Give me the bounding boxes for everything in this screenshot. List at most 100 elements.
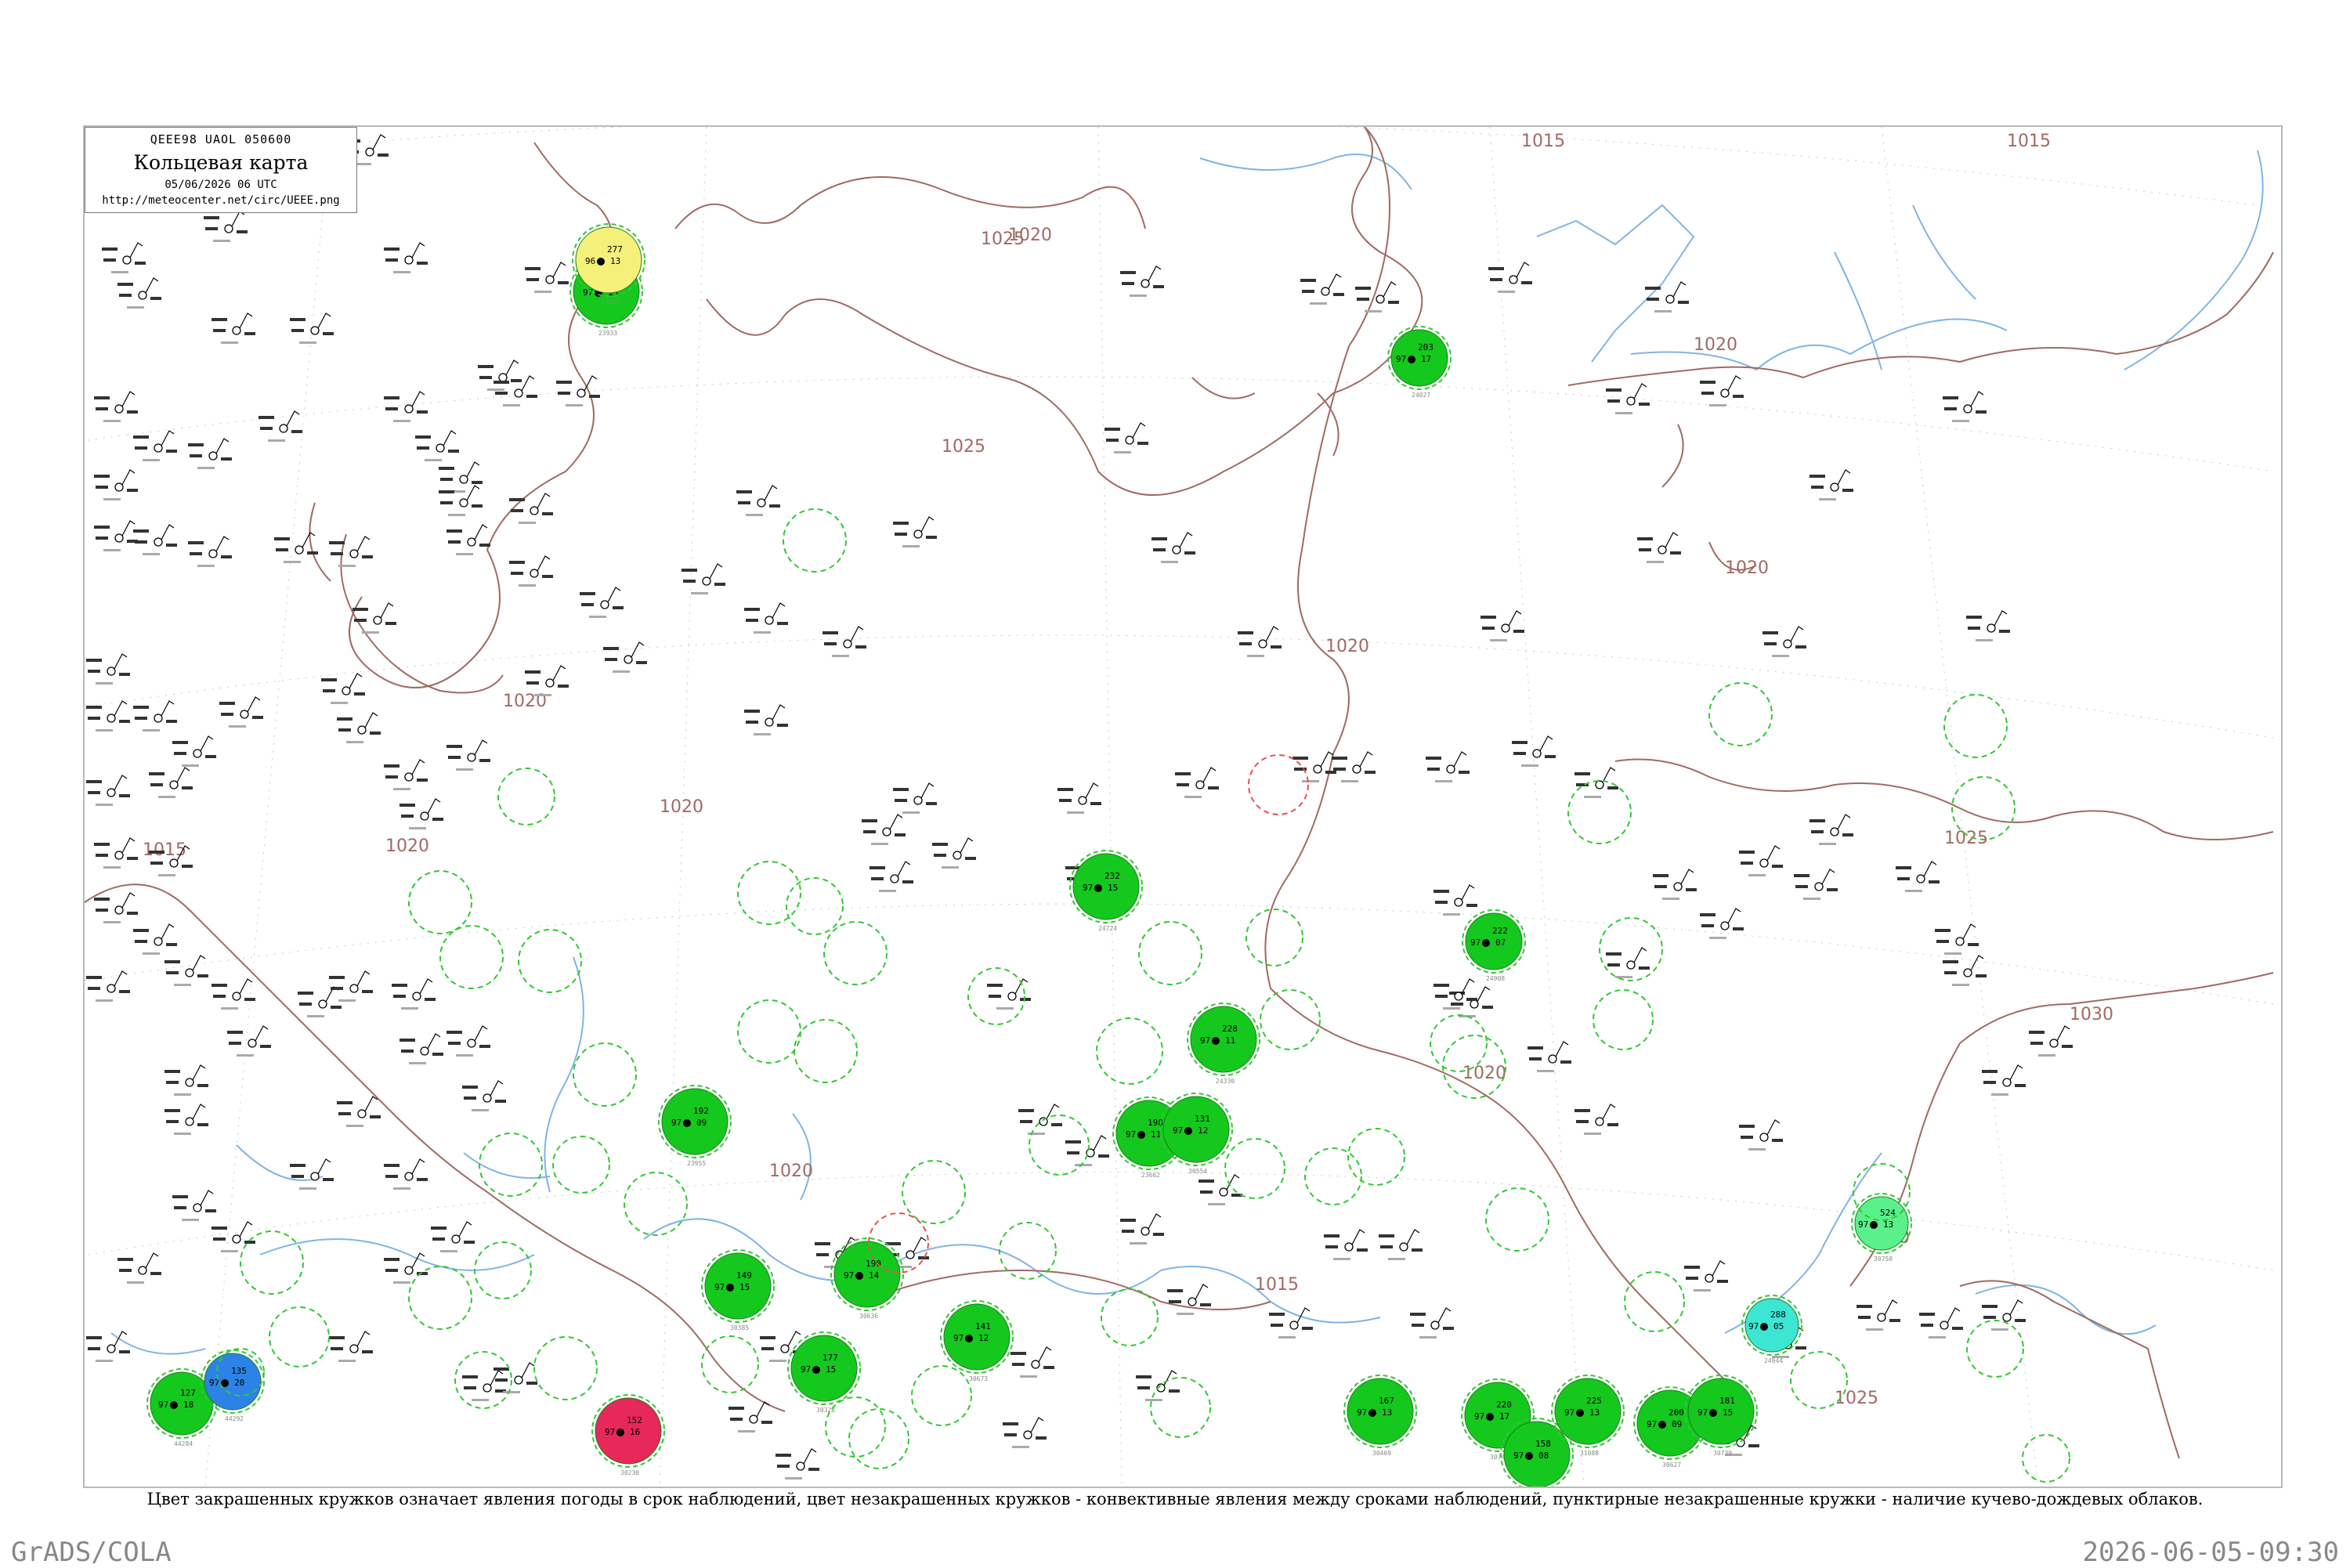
pressure-mark xyxy=(1976,410,1987,414)
station-temp: 232 xyxy=(1104,871,1120,881)
station-pressure: 05 xyxy=(1773,1321,1784,1331)
station-temp: 127 xyxy=(180,1388,196,1398)
weather-station xyxy=(164,1104,208,1135)
station-dot xyxy=(780,1344,790,1353)
dew-mark xyxy=(174,1206,186,1209)
wind-barb xyxy=(1712,1260,1726,1277)
station-id-mark xyxy=(1819,498,1836,500)
temp-mark xyxy=(815,1242,830,1245)
station-id: 24944 xyxy=(1764,1357,1783,1364)
wind-barb xyxy=(1633,383,1647,399)
map-frame[interactable]: 1015 1015 1020 1020 1020 1020 1020 1020 1020 1025… xyxy=(83,125,2283,1488)
dew-mark xyxy=(331,1347,343,1350)
wind-barb xyxy=(850,626,864,642)
dew-mark xyxy=(1795,885,1808,888)
dew-mark xyxy=(291,1175,304,1178)
dew-mark xyxy=(1435,901,1448,904)
station-dot xyxy=(1188,1297,1197,1306)
dew-mark xyxy=(174,752,186,755)
temp-mark xyxy=(1528,1046,1543,1050)
station-marker[interactable]: 524 97 13 30758 xyxy=(1851,1193,1912,1263)
temp-mark xyxy=(1700,381,1716,384)
station-marker[interactable]: 152 97 16 30230 xyxy=(591,1394,665,1476)
dew-mark xyxy=(1122,282,1134,285)
dew-mark xyxy=(1325,1245,1338,1248)
station-temp: 177 xyxy=(822,1353,838,1363)
weather-station xyxy=(1896,861,1940,892)
station-id-mark xyxy=(143,729,160,732)
cb-cloud-ring xyxy=(1246,909,1303,966)
cb-cloud-ring xyxy=(1485,1187,1549,1252)
dew-mark xyxy=(96,854,108,857)
station-id-mark xyxy=(1075,1164,1092,1166)
dew-mark xyxy=(448,540,461,544)
station-circles[interactable]: 2929713239332779613238072039717240272229… xyxy=(146,223,2070,1487)
station-marker[interactable]: 17797 1530328 xyxy=(787,1331,861,1414)
pressure-mark xyxy=(197,974,208,977)
synoptic-map[interactable]: 1015 1015 1020 1020 1020 1020 1020 1020 1020 1025… xyxy=(85,127,2281,1487)
cb-cloud-ring xyxy=(1101,1288,1159,1346)
station-dot xyxy=(913,529,923,539)
pressure-mark xyxy=(1443,1327,1454,1330)
dew-mark xyxy=(166,1081,179,1084)
temp-mark xyxy=(172,1195,188,1198)
wind-barb xyxy=(787,1331,801,1347)
temp-mark xyxy=(133,435,149,439)
pressure-mark xyxy=(808,1468,819,1471)
temp-mark xyxy=(1426,757,1441,760)
temp-mark xyxy=(149,772,164,775)
station-dot xyxy=(1454,992,1463,1001)
pressure-mark xyxy=(1717,1280,1728,1283)
legend-caption: Цвет закрашенных кружков означает явлени… xyxy=(146,1490,2204,1508)
station-id: 23933 xyxy=(598,330,617,337)
station-marker[interactable]: 228 97 11 24330 xyxy=(1187,1003,1260,1085)
station-id: 30627 xyxy=(1662,1461,1681,1469)
station-marker[interactable]: 232 97 15 24724 xyxy=(1069,850,1143,932)
weather-station xyxy=(298,986,342,1017)
station-dot xyxy=(459,498,468,508)
pressure-mark xyxy=(362,990,373,993)
station-marker[interactable]: 288 97 05 24944 xyxy=(1741,1295,1802,1364)
station-temp: 131 xyxy=(1195,1114,1210,1124)
pressure-mark xyxy=(1153,285,1164,288)
station-id-mark xyxy=(229,725,246,728)
cloud-cover-dot xyxy=(1212,1037,1220,1045)
temp-mark xyxy=(1120,1219,1136,1222)
cb-cloud-ring xyxy=(1096,1017,1163,1085)
pressure-mark xyxy=(166,943,177,946)
station-marker[interactable]: 141 97 12 30673 xyxy=(940,1300,1014,1382)
station-dot xyxy=(107,667,116,676)
station-id-mark xyxy=(519,522,536,524)
dew-mark xyxy=(1122,1230,1134,1233)
station-dew: 97 xyxy=(1126,1129,1136,1140)
dew-mark xyxy=(291,329,304,332)
wind-barb xyxy=(1148,266,1162,282)
station-dot xyxy=(169,780,179,789)
pressure-mark xyxy=(260,1045,271,1048)
station-dot xyxy=(1430,1321,1440,1330)
weather-station xyxy=(580,587,624,618)
weather-station xyxy=(337,712,381,743)
station-marker[interactable]: 167 97 13 30469 xyxy=(1343,1375,1417,1457)
station-marker[interactable]: 203 97 17 24027 xyxy=(1387,326,1452,399)
station-marker[interactable]: 222 97 07 24908 xyxy=(1462,909,1526,982)
pressure-mark xyxy=(182,865,193,868)
station-dot xyxy=(185,968,194,977)
station-marker[interactable]: 19097 1430636 xyxy=(830,1237,904,1320)
station-marker[interactable]: 149 97 15 30385 xyxy=(701,1249,775,1331)
cloud-cover-dot xyxy=(855,1272,863,1280)
temp-mark xyxy=(133,706,149,709)
dew-mark xyxy=(1944,971,1957,974)
dew-mark xyxy=(1106,439,1119,442)
station-id-mark xyxy=(221,1007,238,1010)
temp-mark xyxy=(439,467,454,470)
wind-barb xyxy=(1727,375,1741,392)
wind-barb xyxy=(1837,469,1851,486)
temp-mark xyxy=(290,318,306,321)
station-marker[interactable]: 192 97 09 23955 xyxy=(658,1085,732,1167)
station-dot xyxy=(459,475,468,484)
station-dot xyxy=(1877,1313,1886,1322)
dew-mark xyxy=(213,329,226,332)
station-marker[interactable]: 181 97 15 30739 xyxy=(1684,1375,1758,1457)
station-id-mark xyxy=(448,514,465,516)
